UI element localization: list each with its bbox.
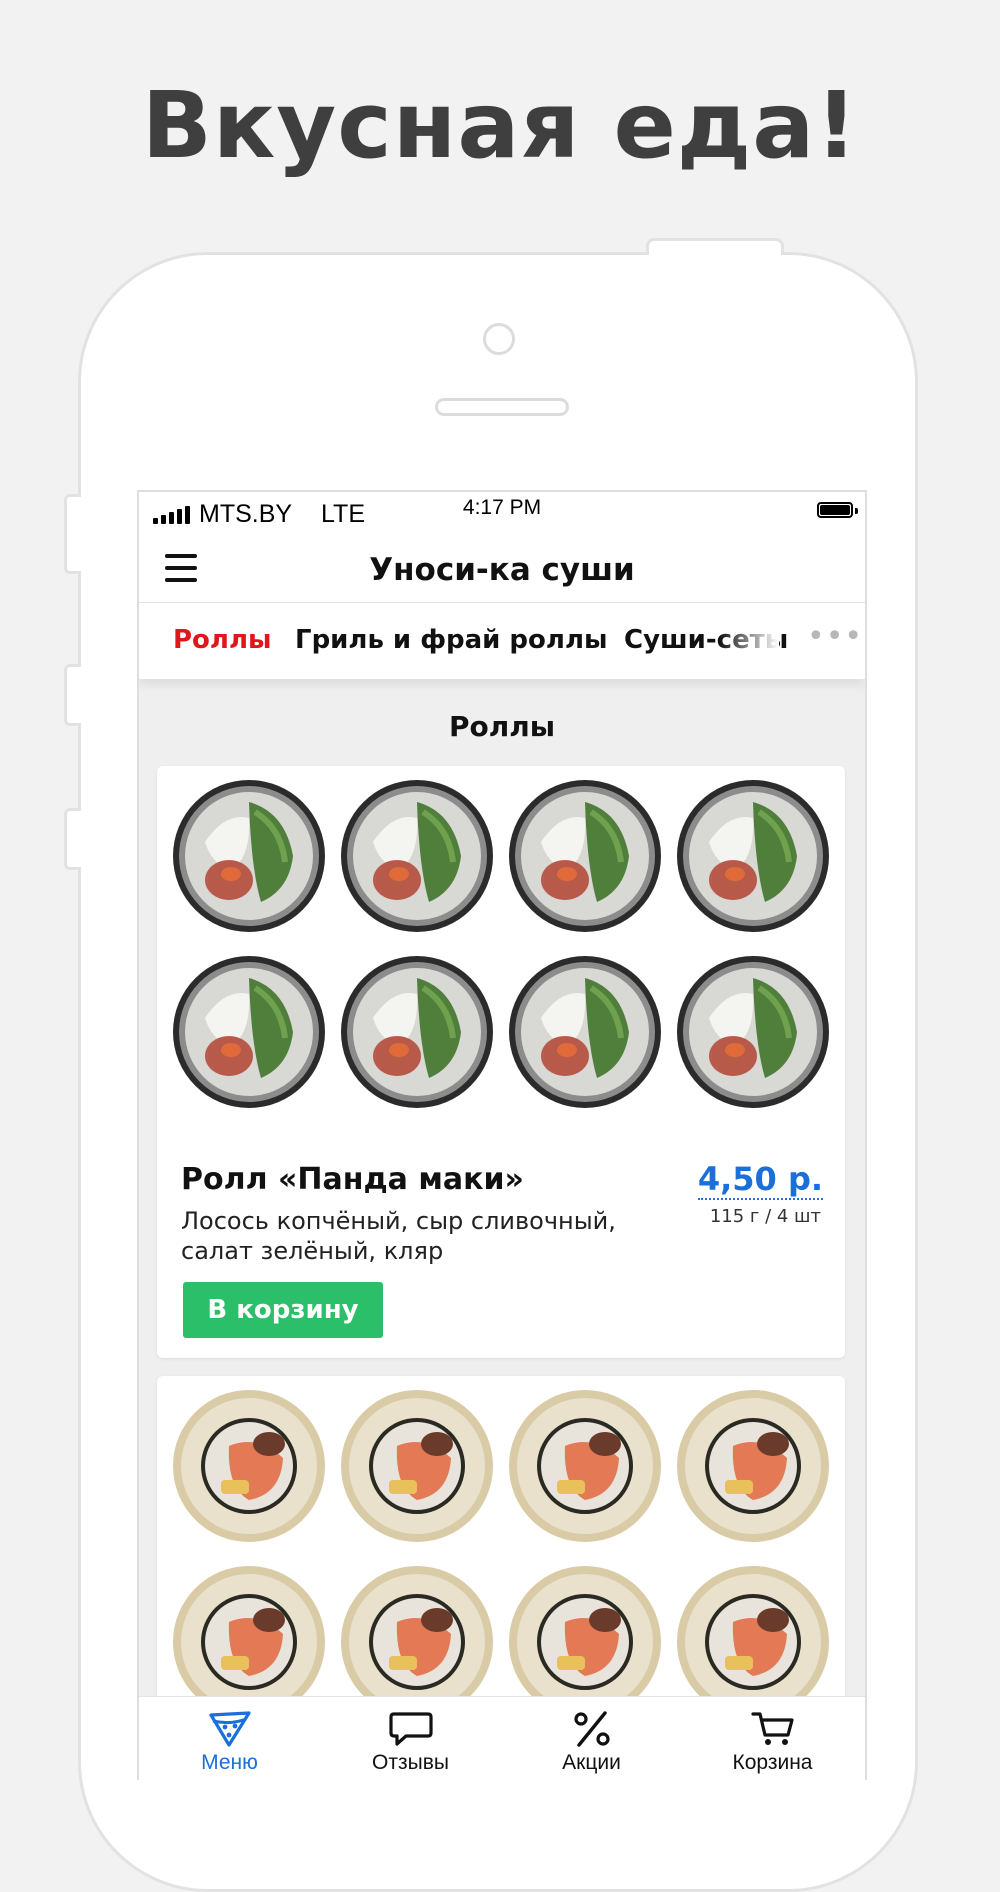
sushi-roll-illustration — [165, 772, 333, 940]
phone-screen: MTS.BY LTE 4:17 PM Уноси-ка суши Роллы Г… — [137, 490, 867, 1780]
category-tab-grill-fry-rolls[interactable]: Гриль и фрай роллы — [295, 625, 608, 655]
category-fade — [719, 603, 779, 679]
tab-label: Акции — [562, 1751, 621, 1774]
product-name[interactable]: Ролл «Панда маки» — [181, 1162, 524, 1197]
product-description: Лосось копчёный, сыр сливочный, салат зе… — [181, 1207, 616, 1265]
sushi-roll-illustration — [501, 948, 669, 1116]
phone-volume-down — [64, 808, 81, 870]
status-bar: MTS.BY LTE 4:17 PM — [139, 492, 865, 534]
sushi-roll-illustration — [501, 1382, 669, 1550]
category-tabs: Роллы Гриль и фрай роллы Суши-сеты ••• — [139, 603, 865, 679]
tab-label: Меню — [201, 1751, 258, 1774]
sushi-roll-illustration — [669, 948, 837, 1116]
earpiece-speaker — [435, 398, 569, 416]
status-time: 4:17 PM — [462, 496, 542, 519]
sushi-roll-illustration — [333, 772, 501, 940]
sushi-roll-illustration — [333, 948, 501, 1116]
tab-menu[interactable]: Меню — [139, 1697, 320, 1780]
section-title: Роллы — [448, 710, 556, 743]
pizza-slice-icon — [209, 1711, 251, 1747]
sushi-roll-illustration — [669, 1382, 837, 1550]
add-to-cart-button[interactable]: В корзину — [183, 1282, 383, 1338]
battery-icon — [817, 502, 853, 518]
sushi-roll-illustration — [501, 772, 669, 940]
sushi-roll-illustration — [165, 948, 333, 1116]
promo-headline: Вкусная еда! — [141, 72, 859, 179]
tab-promotions[interactable]: Акции — [501, 1697, 682, 1780]
battery-cap — [855, 508, 858, 514]
app-navbar: Уноси-ка суши — [139, 534, 865, 603]
shopping-cart-icon — [751, 1712, 794, 1745]
tab-label: Отзывы — [372, 1751, 449, 1774]
sushi-roll-illustration — [669, 772, 837, 940]
sushi-roll-illustration — [165, 1382, 333, 1550]
speech-bubble-icon — [389, 1712, 433, 1746]
more-categories-icon[interactable]: ••• — [807, 619, 863, 654]
tab-cart[interactable]: Корзина — [682, 1697, 863, 1780]
front-camera — [483, 323, 515, 355]
tab-label: Корзина — [732, 1751, 813, 1774]
product-card: Ролл «Панда маки» Лосось копчёный, сыр с… — [157, 766, 845, 1358]
category-tab-rolls[interactable]: Роллы — [173, 625, 272, 655]
product-weight: 115 г / 4 шт — [709, 1206, 821, 1227]
tab-reviews[interactable]: Отзывы — [320, 1697, 501, 1780]
bottom-tab-bar: Меню Отзывы Акции Корзина — [139, 1696, 865, 1780]
phone-top-button — [646, 238, 784, 255]
percent-icon — [574, 1711, 610, 1747]
phone-mute-switch — [64, 494, 81, 574]
phone-volume-up — [64, 664, 81, 726]
sushi-roll-illustration — [333, 1382, 501, 1550]
app-title: Уноси-ка суши — [369, 552, 635, 588]
product-price: 4,50 р. — [697, 1160, 823, 1200]
